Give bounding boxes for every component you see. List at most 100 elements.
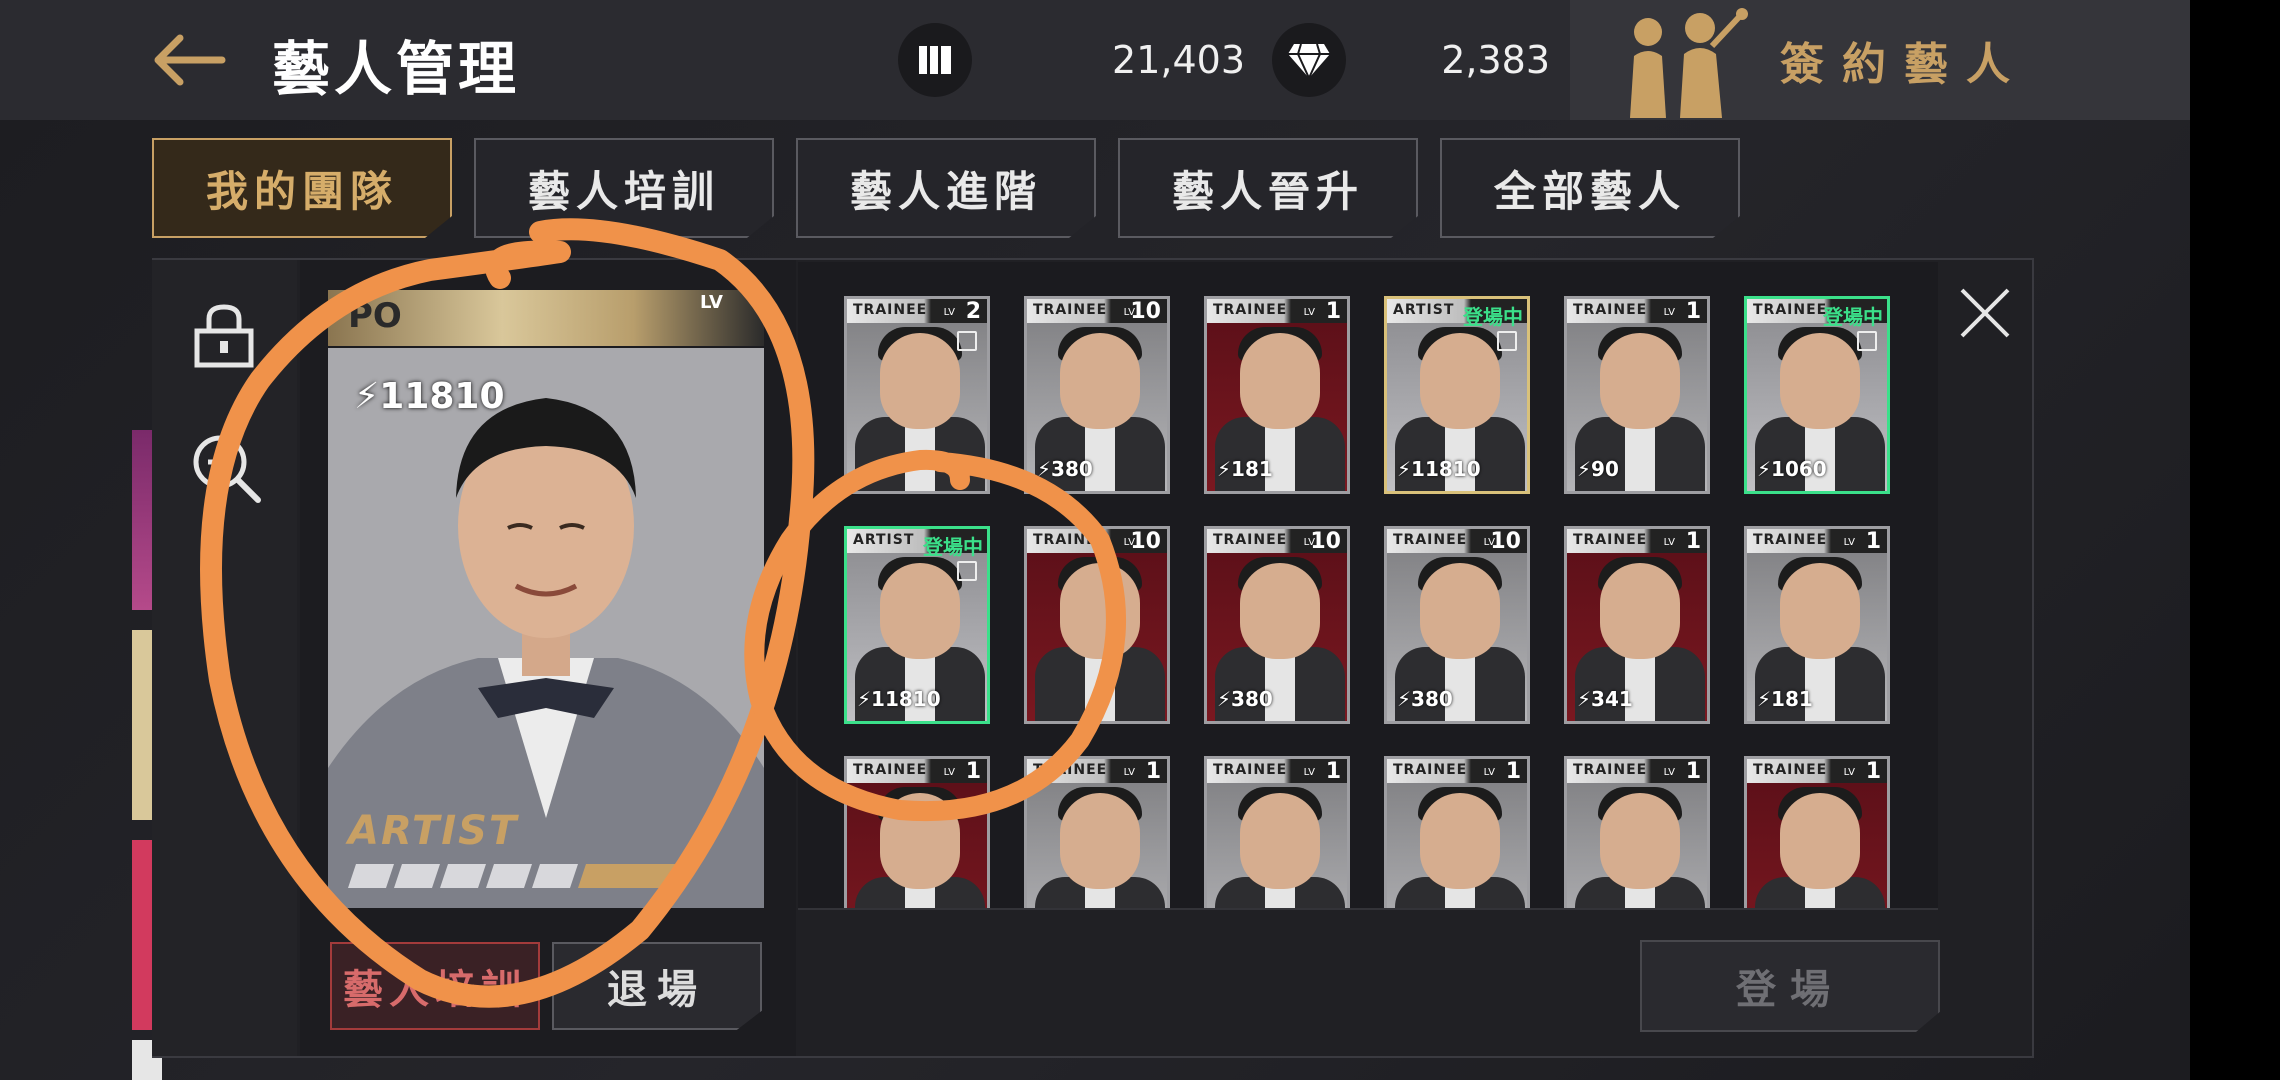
card-rank-name: TRAINEE <box>1753 762 1828 778</box>
card-rank-name: TRAINEE <box>1213 762 1288 778</box>
card-portrait-face <box>1420 563 1500 659</box>
tab-artist-promote[interactable]: 藝人晉升 <box>1118 138 1418 238</box>
card-lv-label: LV <box>943 307 955 318</box>
card-portrait-face <box>1060 563 1140 659</box>
artist-card[interactable]: TRAINEE LV 1 <box>1204 756 1350 908</box>
artist-card[interactable]: TRAINEE LV 1 <box>1564 756 1710 908</box>
card-power: ⚡1060 <box>1757 457 1827 481</box>
card-power-value: 1060 <box>1771 457 1827 481</box>
card-rank-name: TRAINEE <box>1213 302 1288 318</box>
card-portrait-face <box>1780 333 1860 429</box>
card-power: ⚡380 <box>1217 687 1273 711</box>
card-rank-name: TRAINEE <box>1393 532 1468 548</box>
card-portrait-face <box>880 333 960 429</box>
page-title: 藝人管理 <box>272 35 521 103</box>
artist-card-grid: TRAINEE LV 2 TRAINEE LV 10 ⚡380 TRAINEE LV 1 ⚡181 A… <box>798 262 1938 908</box>
lock-button[interactable] <box>186 298 262 374</box>
card-level: 10 <box>1130 529 1161 554</box>
back-arrow-icon[interactable] <box>150 30 230 90</box>
selected-power-value: 11810 <box>379 376 505 417</box>
card-power: ⚡181 <box>1217 457 1273 481</box>
card-power-value: 380 <box>1411 687 1453 711</box>
tab-all-artists[interactable]: 全部藝人 <box>1440 138 1740 238</box>
sign-artist-label: 簽約藝人 <box>1780 39 2028 90</box>
card-portrait-face <box>1600 793 1680 889</box>
artist-card[interactable]: TRAINEE LV 1 <box>1024 756 1170 908</box>
card-power: ⚡380 <box>1037 457 1093 481</box>
card-power: ⚡11810 <box>1397 457 1481 481</box>
card-onstage-badge: 登場中 <box>1463 305 1523 329</box>
artist-card[interactable]: TRAINEE LV 10 ⚡380 <box>1204 526 1350 724</box>
tab-my-team[interactable]: 我的團隊 <box>152 138 452 238</box>
artist-card[interactable]: TRAINEE LV 10 ⚡380 <box>1024 296 1170 494</box>
card-lv-label: LV <box>1843 537 1855 548</box>
card-portrait-face <box>1060 793 1140 889</box>
artist-card[interactable]: TRAINEE LV 1 ⚡90 <box>1564 296 1710 494</box>
card-level: 10 <box>1130 299 1161 324</box>
card-power-value: 380 <box>1051 457 1093 481</box>
artist-card[interactable]: TRAINEE LV 1 ⚡181 <box>1744 526 1890 724</box>
artist-card[interactable]: TRAINEE 登場中 ⚡1060 <box>1744 296 1890 494</box>
artist-card[interactable]: ARTIST 登場中 ⚡11810 <box>844 526 990 724</box>
diamond-icon <box>1288 43 1330 80</box>
card-power-value: 181 <box>1771 687 1813 711</box>
card-level: 1 <box>1865 529 1881 554</box>
panel-tool-column <box>152 260 297 1056</box>
zoom-button[interactable] <box>186 428 266 508</box>
card-lock-icon <box>1857 331 1877 351</box>
card-lv-tag: LV <box>700 292 723 313</box>
artist-card[interactable]: TRAINEE LV 1 ⚡181 <box>1204 296 1350 494</box>
artist-card[interactable]: TRAINEE LV 1 <box>1384 756 1530 908</box>
card-power-value: 11810 <box>871 687 941 711</box>
currency-coins-value: 21,403 <box>1112 38 1245 82</box>
tab-artist-training[interactable]: 藝人培訓 <box>474 138 774 238</box>
card-level: 1 <box>1685 299 1701 324</box>
artist-card[interactable]: TRAINEE LV 2 <box>844 296 990 494</box>
lock-icon <box>194 304 254 368</box>
card-power: ⚡341 <box>1577 687 1633 711</box>
card-lock-icon <box>1497 331 1517 351</box>
card-level: 10 <box>1310 529 1341 554</box>
card-level: 1 <box>1685 759 1701 784</box>
screen-edge <box>2190 0 2280 1080</box>
exit-stage-button[interactable]: 退場 <box>552 942 762 1030</box>
card-level: 1 <box>1325 759 1341 784</box>
card-level: 1 <box>965 759 981 784</box>
card-portrait-face <box>1060 333 1140 429</box>
artist-card[interactable]: TRAINEE LV 10 ⚡380 <box>1384 526 1530 724</box>
artist-card[interactable]: TRAINEE LV 1 ⚡341 <box>1564 526 1710 724</box>
card-rank-name: TRAINEE <box>1033 762 1108 778</box>
card-portrait-face <box>1420 333 1500 429</box>
card-level: 1 <box>1145 759 1161 784</box>
artist-card[interactable]: ARTIST 登場中 ⚡11810 <box>1384 296 1530 494</box>
artist-card[interactable]: TRAINEE LV 1 <box>844 756 990 908</box>
card-level: 1 <box>1325 299 1341 324</box>
grid-right-margin <box>1938 262 2032 908</box>
inventory-button[interactable] <box>898 23 972 97</box>
card-portrait-face <box>1780 793 1860 889</box>
singers-silhouette-icon <box>1630 8 1748 118</box>
card-lv-label: LV <box>1843 767 1855 778</box>
card-rank-name: TRAINEE <box>1753 532 1828 548</box>
card-portrait-face <box>1240 793 1320 889</box>
tab-artist-advance[interactable]: 藝人進階 <box>796 138 1096 238</box>
card-lv-label: LV <box>943 767 955 778</box>
card-power-value: 341 <box>1591 687 1633 711</box>
card-level: 1 <box>1505 759 1521 784</box>
card-level: 1 <box>1685 529 1701 554</box>
currency-diamond-value: 2,383 <box>1441 38 1550 82</box>
books-icon <box>919 46 951 74</box>
selected-power: ⚡11810 <box>354 376 505 417</box>
card-rank-name: TRAINEE <box>1573 302 1648 318</box>
card-power: ⚡380 <box>1397 687 1453 711</box>
artist-card[interactable]: TRAINEE LV 10 <box>1024 526 1170 724</box>
card-rank-name: TRAINEE <box>1213 532 1288 548</box>
close-icon[interactable] <box>1950 278 2020 348</box>
card-lv-label: LV <box>1663 767 1675 778</box>
card-portrait-face <box>880 793 960 889</box>
artist-card[interactable]: TRAINEE LV 1 <box>1744 756 1890 908</box>
artist-training-button[interactable]: 藝人培訓 <box>330 942 540 1030</box>
card-level: 2 <box>965 299 981 324</box>
play-button[interactable]: 登場 <box>1640 940 1940 1032</box>
card-power-value: 181 <box>1231 457 1273 481</box>
